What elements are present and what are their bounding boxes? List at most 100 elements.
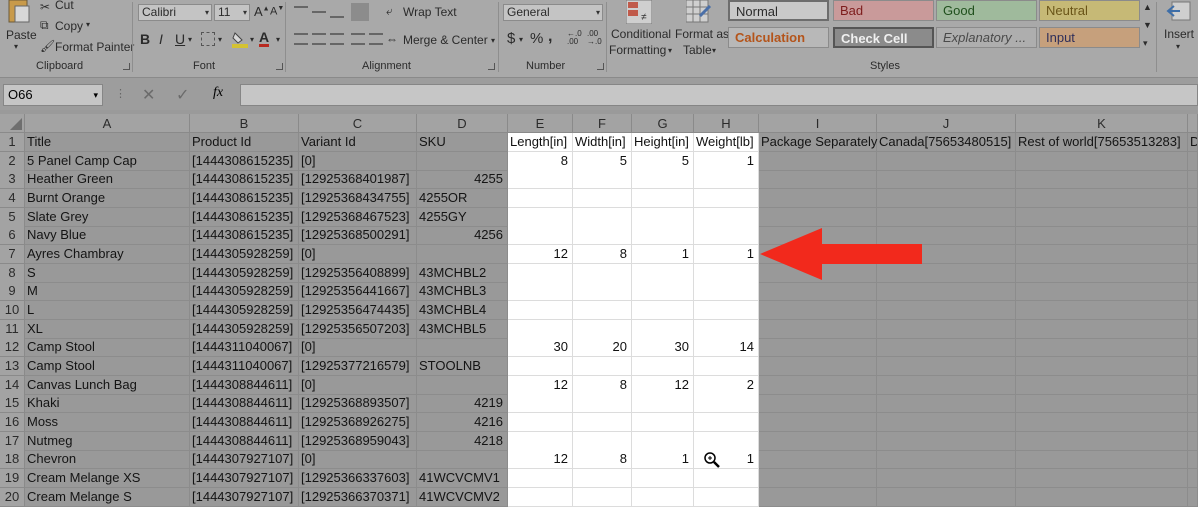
row-header[interactable]: 14 <box>0 376 25 395</box>
cell-i19[interactable] <box>759 469 877 488</box>
cell-j11[interactable] <box>877 320 1016 339</box>
cell-i16[interactable] <box>759 413 877 432</box>
cell-j3[interactable] <box>877 170 1016 189</box>
row-header[interactable]: 4 <box>0 189 25 208</box>
row-header[interactable]: 8 <box>0 264 25 283</box>
borders-icon[interactable] <box>201 32 215 46</box>
cell-k6[interactable] <box>1016 226 1188 245</box>
cell-c2[interactable]: [0] <box>299 152 417 171</box>
decrease-indent-icon[interactable] <box>351 33 365 45</box>
align-middle-icon[interactable] <box>312 6 326 18</box>
cell-a13[interactable]: Camp Stool <box>25 357 190 376</box>
cell-l1[interactable]: D <box>1188 133 1198 152</box>
cell-g7[interactable]: 1 <box>632 245 694 264</box>
cell-c7[interactable]: [0] <box>299 245 417 264</box>
cell-k5[interactable] <box>1016 208 1188 227</box>
cell-c12[interactable]: [0] <box>299 338 417 357</box>
row-header[interactable]: 16 <box>0 413 25 432</box>
comma-button[interactable]: , <box>548 28 552 46</box>
cell-c6[interactable]: [12925368500291] <box>299 226 417 245</box>
cell-h6[interactable] <box>694 226 759 245</box>
paste-icon[interactable] <box>6 0 32 24</box>
cell-l5[interactable] <box>1188 208 1198 227</box>
cell-e2[interactable]: 8 <box>508 152 573 171</box>
conditional-formatting-dropdown-icon[interactable]: ▾ <box>668 46 672 55</box>
cell-g20[interactable] <box>632 488 694 507</box>
column-header-f[interactable]: F <box>573 114 632 133</box>
cell-d16[interactable]: 4216 <box>417 413 508 432</box>
cell-g13[interactable] <box>632 357 694 376</box>
cell-e20[interactable] <box>508 488 573 507</box>
cell-h8[interactable] <box>694 264 759 283</box>
column-header-a[interactable]: A <box>25 114 190 133</box>
cell-j20[interactable] <box>877 488 1016 507</box>
cell-d1[interactable]: SKU <box>417 133 508 152</box>
cell-h9[interactable] <box>694 282 759 301</box>
underline-dropdown-icon[interactable]: ▾ <box>188 35 192 44</box>
align-right-icon[interactable] <box>330 33 344 45</box>
cell-j10[interactable] <box>877 301 1016 320</box>
cell-c17[interactable]: [12925368959043] <box>299 432 417 451</box>
decrease-font-icon[interactable]: A▼ <box>270 5 284 18</box>
cell-l17[interactable] <box>1188 432 1198 451</box>
cell-c14[interactable]: [0] <box>299 376 417 395</box>
cell-l16[interactable] <box>1188 413 1198 432</box>
cell-d10[interactable]: 43MCHBL4 <box>417 301 508 320</box>
column-header-d[interactable]: D <box>417 114 508 133</box>
cell-j16[interactable] <box>877 413 1016 432</box>
cell-d3[interactable]: 4255 <box>417 170 508 189</box>
cell-f11[interactable] <box>573 320 632 339</box>
cell-k8[interactable] <box>1016 264 1188 283</box>
cell-i18[interactable] <box>759 450 877 469</box>
cell-i10[interactable] <box>759 301 877 320</box>
cell-g14[interactable]: 12 <box>632 376 694 395</box>
cell-b2[interactable]: [1444308615235] <box>190 152 299 171</box>
cell-i11[interactable] <box>759 320 877 339</box>
cell-d6[interactable]: 4256 <box>417 226 508 245</box>
cell-g10[interactable] <box>632 301 694 320</box>
cell-i20[interactable] <box>759 488 877 507</box>
cell-l10[interactable] <box>1188 301 1198 320</box>
copy-dropdown-icon[interactable]: ▾ <box>86 20 90 29</box>
style-neutral[interactable]: Neutral <box>1039 0 1140 21</box>
style-bad[interactable]: Bad <box>833 0 934 21</box>
cell-j18[interactable] <box>877 450 1016 469</box>
row-header[interactable]: 12 <box>0 338 25 357</box>
cell-j19[interactable] <box>877 469 1016 488</box>
font-color-icon[interactable]: A <box>259 30 270 47</box>
cell-d17[interactable]: 4218 <box>417 432 508 451</box>
cell-l6[interactable] <box>1188 226 1198 245</box>
style-calculation[interactable]: Calculation <box>728 27 829 48</box>
cell-l13[interactable] <box>1188 357 1198 376</box>
insert-button[interactable]: Insert <box>1164 27 1194 41</box>
cell-d4[interactable]: 4255OR <box>417 189 508 208</box>
merge-center-dropdown-icon[interactable]: ▾ <box>491 36 495 45</box>
format-painter-icon[interactable]: 🖌 <box>40 39 55 53</box>
cell-f17[interactable] <box>573 432 632 451</box>
cell-e13[interactable] <box>508 357 573 376</box>
cell-b7[interactable]: [1444305928259] <box>190 245 299 264</box>
row-header[interactable]: 6 <box>0 226 25 245</box>
cell-l4[interactable] <box>1188 189 1198 208</box>
cell-d11[interactable]: 43MCHBL5 <box>417 320 508 339</box>
cell-l19[interactable] <box>1188 469 1198 488</box>
cell-d15[interactable]: 4219 <box>417 394 508 413</box>
cell-k15[interactable] <box>1016 394 1188 413</box>
cut-icon[interactable]: ✂ <box>40 0 50 14</box>
cell-h10[interactable] <box>694 301 759 320</box>
cell-b18[interactable]: [1444307927107] <box>190 450 299 469</box>
paste-dropdown-icon[interactable]: ▾ <box>14 42 18 51</box>
wrap-text-icon[interactable]: ⤶ <box>386 4 393 19</box>
row-header[interactable]: 11 <box>0 320 25 339</box>
decrease-decimal-button[interactable]: .00 →.0 <box>587 30 605 46</box>
cell-k4[interactable] <box>1016 189 1188 208</box>
cell-a11[interactable]: XL <box>25 320 190 339</box>
cell-k20[interactable] <box>1016 488 1188 507</box>
cell-d5[interactable]: 4255GY <box>417 208 508 227</box>
conditional-formatting-line1[interactable]: Conditional <box>611 27 671 41</box>
cell-c19[interactable]: [12925366337603] <box>299 469 417 488</box>
cell-h3[interactable] <box>694 170 759 189</box>
insert-dropdown-icon[interactable]: ▾ <box>1176 42 1180 51</box>
cell-c18[interactable]: [0] <box>299 450 417 469</box>
cell-e17[interactable] <box>508 432 573 451</box>
